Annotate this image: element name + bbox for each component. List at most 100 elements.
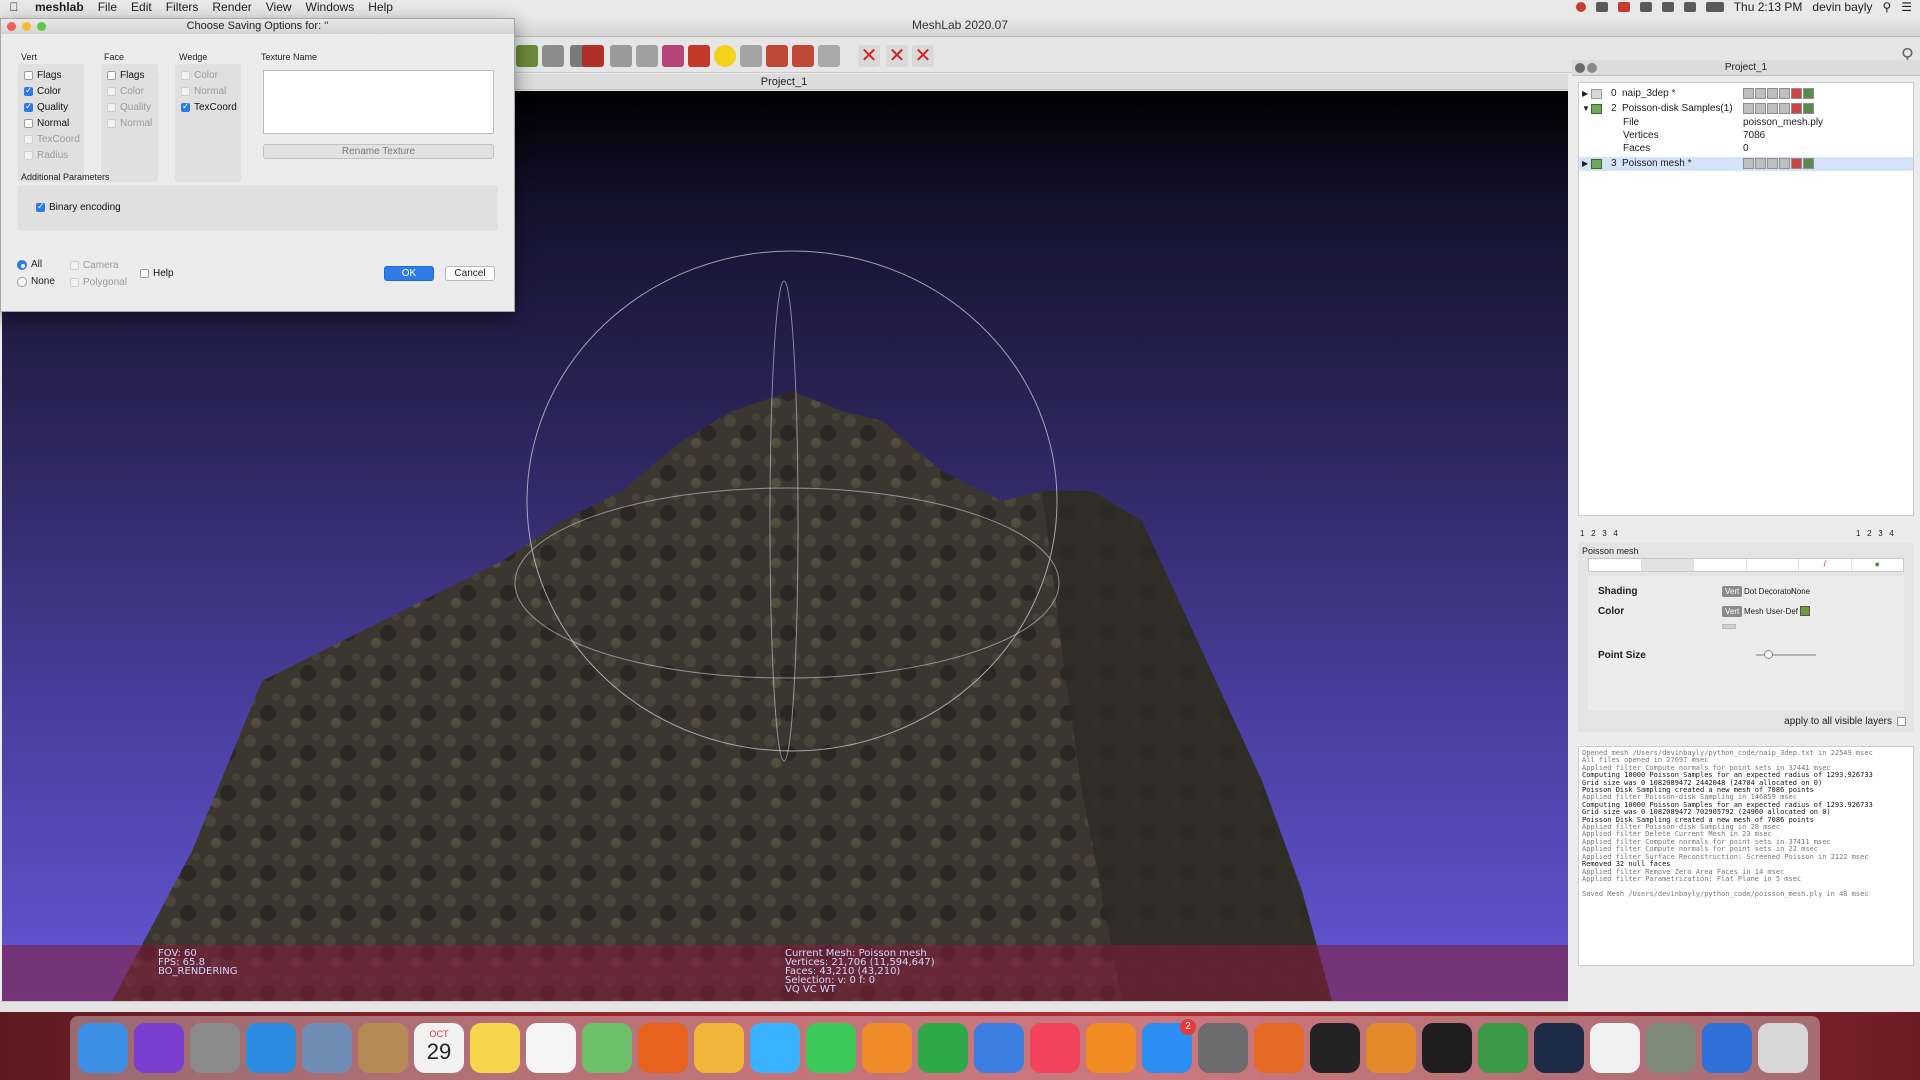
page-2[interactable]: 2 bbox=[1867, 529, 1871, 538]
expand-arrow-icon[interactable]: ▶ bbox=[1582, 157, 1588, 171]
pages-icon[interactable] bbox=[862, 1023, 912, 1073]
texture-list[interactable] bbox=[263, 70, 494, 134]
page-3[interactable]: 3 bbox=[1602, 529, 1606, 538]
cloud-status-icon[interactable] bbox=[1595, 2, 1608, 12]
slider-knob[interactable] bbox=[1764, 650, 1774, 659]
select-connected-icon[interactable] bbox=[792, 45, 814, 67]
toolbar-tool-icon[interactable] bbox=[516, 45, 538, 67]
delete-vertices-icon[interactable]: ✕ bbox=[886, 45, 908, 67]
measure-icon[interactable] bbox=[662, 45, 684, 67]
eye-icon[interactable] bbox=[1646, 1023, 1696, 1073]
color-tab-icon[interactable]: ● bbox=[1852, 559, 1904, 571]
terminal-icon[interactable] bbox=[1422, 1023, 1472, 1073]
keynote-icon[interactable] bbox=[974, 1023, 1024, 1073]
bluetooth-icon[interactable] bbox=[1661, 2, 1674, 12]
bbox-tab-icon[interactable] bbox=[1589, 559, 1642, 571]
textedit-icon[interactable] bbox=[1590, 1023, 1640, 1073]
points-tab-icon[interactable] bbox=[1641, 559, 1694, 571]
paint-tool-icon[interactable] bbox=[582, 45, 604, 67]
float-panel-icon[interactable] bbox=[1587, 63, 1597, 73]
wedge-texcoord-checkbox[interactable]: TexCoord bbox=[181, 101, 237, 113]
trash-icon[interactable] bbox=[1758, 1023, 1808, 1073]
page-2[interactable]: 2 bbox=[1591, 529, 1595, 538]
ok-button[interactable]: OK bbox=[384, 266, 434, 281]
layer-row-2[interactable]: ▼ 2 Poisson-disk Samples(1) bbox=[1579, 102, 1913, 116]
close-window-icon[interactable] bbox=[7, 22, 16, 31]
menu-windows[interactable]: Windows bbox=[299, 0, 362, 14]
delete-selection-icon[interactable]: ✕ bbox=[912, 45, 934, 67]
shading-none-button[interactable]: None bbox=[1788, 586, 1813, 597]
page-3[interactable]: 3 bbox=[1878, 529, 1882, 538]
point-size-slider[interactable] bbox=[1756, 650, 1816, 659]
photos-icon[interactable] bbox=[694, 1023, 744, 1073]
solid-tab-icon[interactable] bbox=[1747, 559, 1799, 571]
zoom-window-icon[interactable] bbox=[37, 22, 46, 31]
music-icon[interactable] bbox=[1030, 1023, 1080, 1073]
collapse-arrow-icon[interactable]: ▼ bbox=[1582, 102, 1590, 116]
notification-center-icon[interactable]: ☰ bbox=[1901, 0, 1912, 14]
menu-view[interactable]: View bbox=[259, 0, 299, 14]
vert-flags-checkbox[interactable]: Flags bbox=[24, 70, 61, 81]
visibility-icon[interactable] bbox=[1591, 104, 1602, 114]
face-flags-checkbox[interactable]: Flags bbox=[107, 70, 144, 81]
visibility-icon[interactable] bbox=[1591, 159, 1602, 169]
safari-icon[interactable] bbox=[246, 1023, 296, 1073]
preview-icon[interactable] bbox=[302, 1023, 352, 1073]
app-store-icon[interactable]: 2 bbox=[1142, 1019, 1196, 1073]
siri-icon[interactable] bbox=[134, 1023, 184, 1073]
layer-row-0[interactable]: ▶ 0 naip_3dep * bbox=[1579, 87, 1913, 101]
blender-icon[interactable] bbox=[1366, 1023, 1416, 1073]
binary-encoding-checkbox[interactable]: Binary encoding bbox=[36, 201, 121, 213]
color-vert-button[interactable]: Vert bbox=[1722, 606, 1743, 617]
system-preferences-icon[interactable] bbox=[1198, 1023, 1248, 1073]
select-vertices-icon[interactable] bbox=[766, 45, 788, 67]
quicktime-icon[interactable] bbox=[1702, 1023, 1752, 1073]
menu-render[interactable]: Render bbox=[205, 0, 258, 14]
finder-icon[interactable] bbox=[78, 1023, 128, 1073]
spotlight-icon[interactable]: ⚲ bbox=[1882, 0, 1891, 14]
texture-tab-icon[interactable]: / bbox=[1799, 559, 1852, 571]
delete-faces-icon[interactable]: ✕ bbox=[858, 45, 880, 67]
select-faces-icon[interactable] bbox=[740, 45, 762, 67]
user-name[interactable]: devin bayly bbox=[1812, 0, 1872, 14]
steam-icon[interactable] bbox=[1534, 1023, 1584, 1073]
menu-help[interactable]: Help bbox=[361, 0, 400, 14]
vert-color-checkbox[interactable]: Color bbox=[24, 85, 61, 97]
app-menu[interactable]: meshlab bbox=[28, 0, 91, 14]
rename-texture-button[interactable]: Rename Texture bbox=[263, 144, 494, 159]
creative-cloud-icon[interactable] bbox=[1617, 2, 1630, 12]
wire-tab-icon[interactable] bbox=[1694, 559, 1747, 571]
page-1[interactable]: 1 bbox=[1580, 529, 1584, 538]
georef-icon[interactable] bbox=[688, 45, 710, 67]
page-4[interactable]: 4 bbox=[1613, 529, 1617, 538]
minimize-window-icon[interactable] bbox=[22, 22, 31, 31]
align-icon[interactable] bbox=[636, 45, 658, 67]
record-status-icon[interactable] bbox=[1575, 2, 1586, 12]
page-4[interactable]: 4 bbox=[1889, 529, 1893, 538]
chrome-icon[interactable] bbox=[1478, 1023, 1528, 1073]
user-color-swatch[interactable] bbox=[1800, 606, 1810, 616]
messages-icon[interactable] bbox=[750, 1023, 800, 1073]
none-radio[interactable]: None bbox=[17, 276, 55, 287]
menu-edit[interactable]: Edit bbox=[124, 0, 159, 14]
layer-mode-icons[interactable] bbox=[1743, 88, 1814, 99]
wifi-icon[interactable] bbox=[1683, 2, 1696, 12]
numbers-icon[interactable] bbox=[918, 1023, 968, 1073]
shading-vert-button[interactable]: Vert bbox=[1722, 586, 1743, 597]
snapshot-icon[interactable] bbox=[542, 45, 564, 67]
expand-arrow-icon[interactable]: ▶ bbox=[1582, 87, 1588, 101]
layer-mode-icons[interactable] bbox=[1743, 103, 1814, 114]
contacts-icon[interactable] bbox=[358, 1023, 408, 1073]
color-extra-button[interactable] bbox=[1722, 624, 1736, 629]
page-1[interactable]: 1 bbox=[1856, 529, 1860, 538]
color-user-def-button[interactable]: User-Def bbox=[1763, 606, 1801, 617]
vert-quality-checkbox[interactable]: Quality bbox=[24, 101, 68, 113]
maps-icon[interactable] bbox=[582, 1023, 632, 1073]
books-icon[interactable] bbox=[1086, 1023, 1136, 1073]
facetime-icon[interactable] bbox=[806, 1023, 856, 1073]
apply-all-checkbox[interactable] bbox=[1897, 717, 1906, 726]
activity-monitor-icon[interactable] bbox=[1310, 1023, 1360, 1073]
clock[interactable]: Thu 2:13 PM bbox=[1734, 0, 1803, 14]
help-checkbox[interactable]: Help bbox=[140, 268, 174, 279]
layer-mode-icons[interactable] bbox=[1743, 158, 1814, 169]
